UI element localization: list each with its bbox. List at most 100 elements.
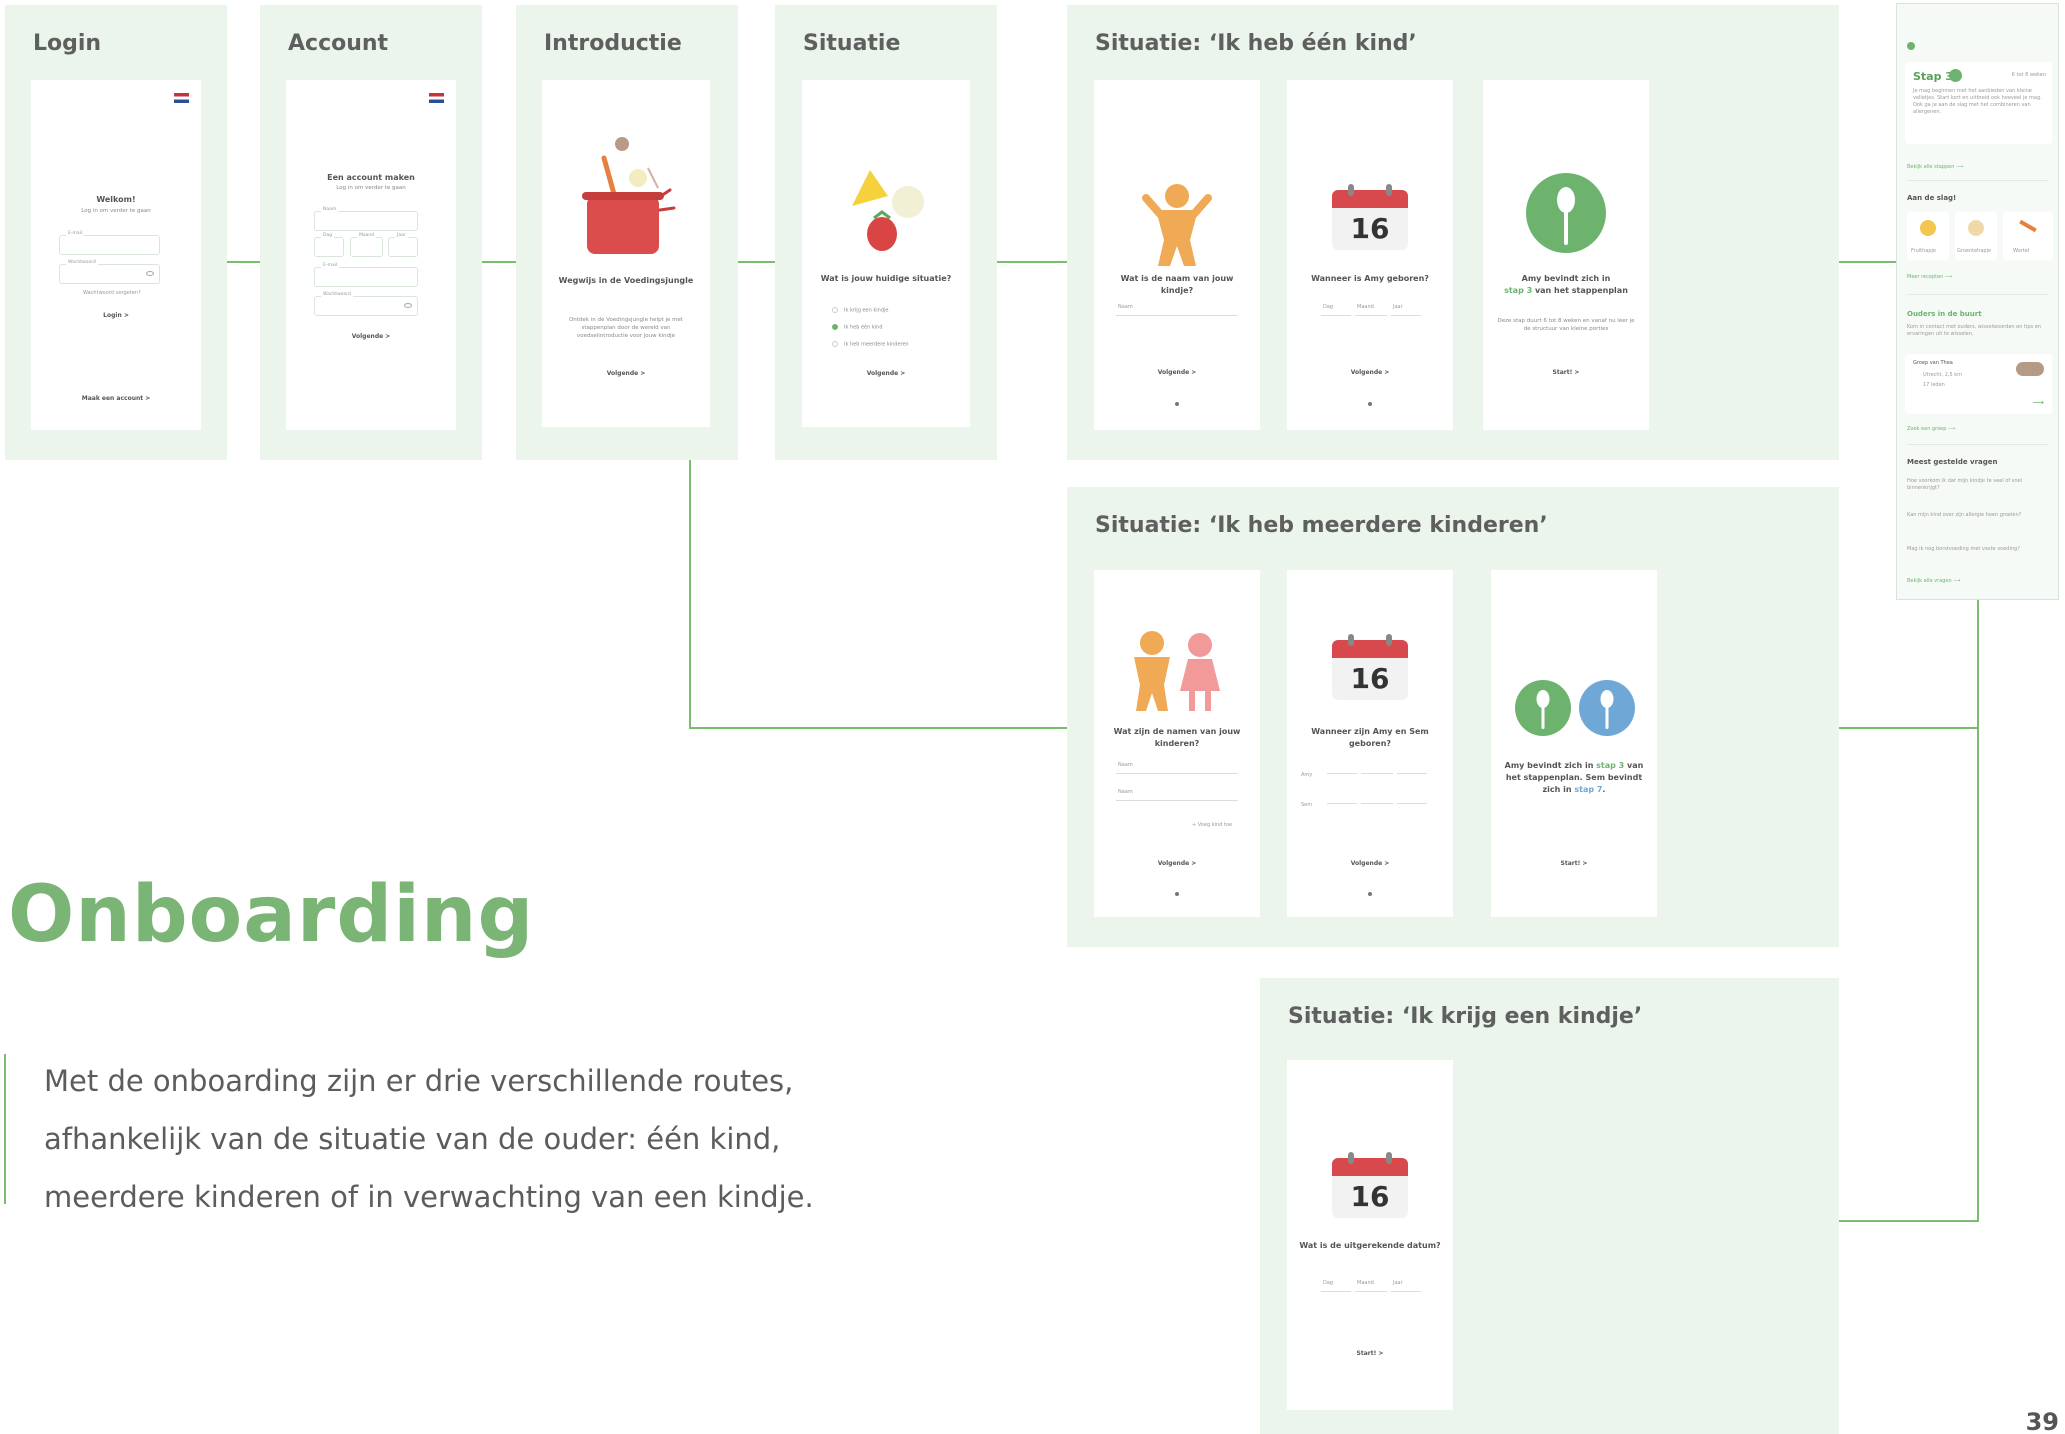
- month-input[interactable]: [1361, 790, 1393, 804]
- step-link[interactable]: stap 3: [1504, 286, 1532, 295]
- radio-button[interactable]: [832, 341, 838, 347]
- field-label: Naam: [1118, 304, 1133, 310]
- field-label: Naam: [1118, 789, 1133, 795]
- password-field[interactable]: Wachtwoord: [59, 260, 160, 284]
- start-button[interactable]: Start! >: [1491, 860, 1657, 867]
- day-field[interactable]: Dag: [314, 233, 344, 257]
- title-part: Amy bevindt zich in: [1521, 274, 1611, 283]
- month-field[interactable]: Maand: [350, 233, 383, 257]
- day-input[interactable]: [1327, 790, 1357, 804]
- day-input[interactable]: [1327, 760, 1357, 774]
- next-button[interactable]: Volgende >: [1287, 369, 1453, 376]
- name-input[interactable]: Naam: [1116, 302, 1238, 316]
- day-input[interactable]: Dag: [1321, 1278, 1351, 1292]
- radio-button[interactable]: [832, 307, 838, 313]
- year-input[interactable]: [1397, 760, 1427, 774]
- day-input[interactable]: Dag: [1321, 302, 1351, 316]
- panel-title: Situatie: ‘Ik krijg een kindje’: [1288, 1004, 1643, 1029]
- arrow-right-icon[interactable]: ⟶: [2033, 398, 2044, 407]
- description-line: meerdere kinderen of in verwachting van …: [44, 1180, 814, 1214]
- field-label: Maand: [1357, 304, 1374, 310]
- year-input[interactable]: Jaar: [1391, 1278, 1421, 1292]
- step-progress-bar: [1907, 42, 2047, 50]
- year-input[interactable]: [1397, 790, 1427, 804]
- faq-item[interactable]: Hoe voorkom ik dat mijn kindje te veel o…: [1907, 478, 2027, 492]
- next-button[interactable]: Volgende >: [1094, 860, 1260, 867]
- email-field[interactable]: E-mail: [314, 263, 418, 287]
- option-ik-heb-meerdere-kinderen[interactable]: Ik heb meerdere kinderen: [832, 341, 909, 348]
- recipe-card[interactable]: Wortel: [2003, 212, 2053, 260]
- dashboard-screen: Stap 3 6 tot 8 weken Je mag beginnen met…: [1896, 3, 2059, 600]
- screen-title: Amy bevindt zich in stap 3 van het stapp…: [1491, 760, 1657, 796]
- dutch-flag-icon[interactable]: [174, 93, 189, 103]
- recipe-card[interactable]: Groentehapje: [1955, 212, 1997, 260]
- all-questions-link[interactable]: Bekijk alle vragen ⟶: [1907, 578, 1960, 584]
- step-link[interactable]: stap 3: [1596, 761, 1624, 770]
- all-steps-link[interactable]: Bekijk alle stappen ⟶: [1907, 164, 1963, 170]
- year-input[interactable]: Jaar: [1391, 302, 1421, 316]
- radio-button[interactable]: [832, 324, 838, 330]
- step-link[interactable]: stap 7: [1574, 785, 1602, 794]
- faq-item[interactable]: Mag ik nog borstvoeding met vaste voedin…: [1907, 546, 2027, 553]
- next-button[interactable]: Volgende >: [1094, 369, 1260, 376]
- panel-title: Login: [33, 31, 102, 56]
- parents-heading: Ouders in de buurt: [1907, 310, 1982, 318]
- child-illustration: [1142, 184, 1212, 266]
- vegetable-icon: [1968, 220, 1984, 236]
- field-label: Maand: [1357, 1280, 1374, 1286]
- quote-bar: [4, 1054, 6, 1204]
- field-label: Wachtwoord: [66, 260, 98, 265]
- password-field[interactable]: Wachtwoord: [314, 292, 418, 316]
- add-child-link[interactable]: + Voeg kind toe: [1192, 822, 1232, 828]
- name-input[interactable]: Naam: [1116, 787, 1238, 801]
- calendar-icon: 16: [1332, 182, 1408, 252]
- parents-text: Kom in contact met ouders, wisselwoorden…: [1907, 324, 2041, 337]
- screen-title: Wegwijs in de Voedingsjungle: [558, 276, 694, 285]
- field-label: Naam: [1118, 762, 1133, 768]
- divider: [1907, 444, 2048, 445]
- recipe-card[interactable]: Fruithapje: [1907, 212, 1949, 260]
- field-label: Dag: [1323, 304, 1334, 310]
- find-group-link[interactable]: Zoek een groep ⟶: [1907, 426, 1955, 432]
- title-part: van het stappenplan: [1532, 286, 1628, 295]
- faq-item[interactable]: Kan mijn kind over zijn allergie heen gr…: [1907, 512, 2027, 519]
- page-indicator: [1175, 402, 1179, 406]
- step-card[interactable]: Stap 3 6 tot 8 weken Je mag beginnen met…: [1905, 62, 2052, 144]
- next-button[interactable]: Volgende >: [1287, 860, 1453, 867]
- name-input[interactable]: Naam: [1116, 760, 1238, 774]
- name-field[interactable]: Naam: [314, 207, 418, 231]
- start-button[interactable]: Start! >: [1483, 369, 1649, 376]
- children-illustration: [1134, 631, 1220, 711]
- dutch-flag-icon[interactable]: [429, 93, 444, 103]
- recipe-label: Fruithapje: [1911, 248, 1936, 254]
- children-birthdates-screen: 16 Wanneer zijn Amy en Sem geboren? Amy …: [1287, 570, 1453, 917]
- field-label: Wachtwoord: [321, 292, 353, 297]
- more-recipes-link[interactable]: Meer recepten ⟶: [1907, 274, 1952, 280]
- panel-title: Situatie: ‘Ik heb meerdere kinderen’: [1095, 513, 1548, 538]
- start-button[interactable]: Start! >: [1287, 1350, 1453, 1357]
- group-card[interactable]: Groep van Thea Utrecht, 2,5 km 17 leden …: [1905, 354, 2052, 414]
- option-ik-heb-een-kind[interactable]: Ik heb één kind: [832, 324, 883, 331]
- login-button[interactable]: Login >: [31, 312, 201, 319]
- description: Met de onboarding zijn er drie verschill…: [44, 1052, 944, 1226]
- next-button[interactable]: Volgende >: [542, 370, 710, 377]
- eye-icon[interactable]: [146, 271, 154, 276]
- spoon-icon-green: [1515, 680, 1571, 736]
- next-button[interactable]: Volgende >: [802, 370, 970, 377]
- divider: [1907, 294, 2048, 295]
- month-input[interactable]: Maand: [1355, 302, 1387, 316]
- create-account-link[interactable]: Maak een account >: [31, 395, 201, 402]
- month-input[interactable]: Maand: [1355, 1278, 1387, 1292]
- eye-icon[interactable]: [404, 303, 412, 308]
- year-field[interactable]: Jaar: [388, 233, 418, 257]
- krijg-kindje-panel: Situatie: ‘Ik krijg een kindje’ 16 Wat i…: [1260, 978, 1839, 1434]
- next-button[interactable]: Volgende >: [286, 333, 456, 340]
- email-field[interactable]: E-mail: [59, 231, 160, 255]
- carrot-icon: [2019, 219, 2037, 233]
- option-ik-krijg-een-kindje[interactable]: Ik krijg een kindje: [832, 307, 888, 314]
- recipes-heading: Aan de slag!: [1907, 194, 1957, 202]
- month-input[interactable]: [1361, 760, 1393, 774]
- situatie-screen: Wat is jouw huidige situatie? Ik krijg e…: [802, 80, 970, 427]
- forgot-password-link[interactable]: Wachtwoord vergeten?: [83, 290, 141, 296]
- field-label: Jaar: [1393, 304, 1403, 310]
